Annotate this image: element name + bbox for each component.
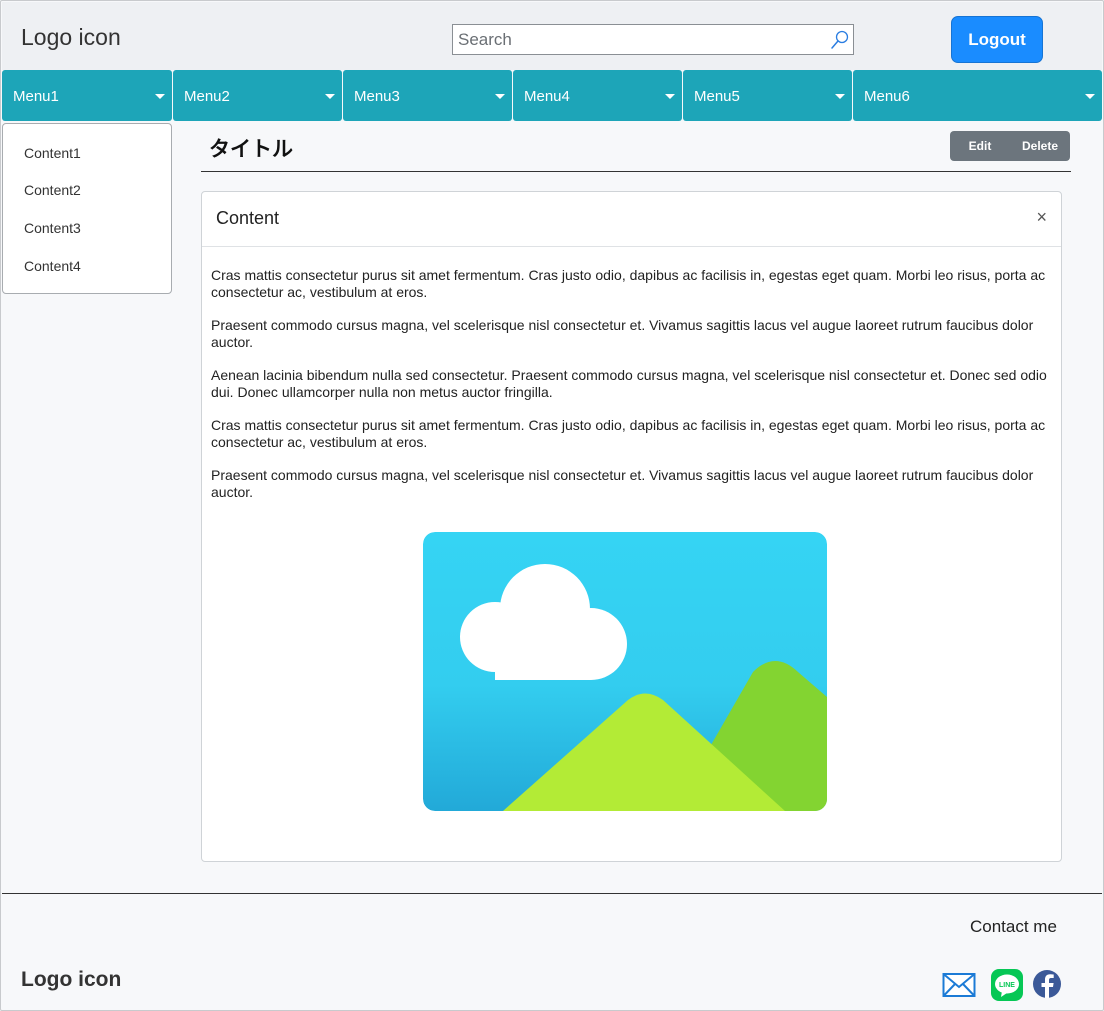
card-body: Cras mattis consectetur purus sit amet f… <box>211 267 1053 517</box>
header: Logo icon Logout <box>2 2 1102 70</box>
footer-divider <box>2 893 1102 894</box>
menu-item-4[interactable]: Menu4 <box>513 70 682 121</box>
menu-label: Menu3 <box>354 88 400 105</box>
caret-down-icon <box>495 94 505 99</box>
dropdown-item-content1[interactable]: Content1 <box>24 145 81 161</box>
facebook-icon[interactable] <box>1031 969 1065 1001</box>
delete-button[interactable]: Delete <box>1010 131 1070 161</box>
paragraph: Praesent commodo cursus magna, vel scele… <box>211 317 1034 350</box>
menu-label: Menu4 <box>524 88 570 105</box>
menu-label: Menu5 <box>694 88 740 105</box>
landscape-image-icon <box>423 532 827 811</box>
contact-link[interactable]: Contact me <box>970 917 1057 937</box>
caret-down-icon <box>665 94 675 99</box>
line-icon-text: LINE <box>999 982 1015 989</box>
paragraph: Cras mattis consectetur purus sit amet f… <box>211 417 1046 450</box>
action-button-group: Edit Delete <box>950 131 1070 161</box>
menu-label: Menu2 <box>184 88 230 105</box>
menu1-dropdown: Content1 Content2 Content3 Content4 <box>2 123 172 294</box>
edit-button[interactable]: Edit <box>950 131 1010 161</box>
page-frame: Logo icon Logout Menu1 Menu2 Menu3 Menu4 <box>0 0 1104 1011</box>
content-card: Content × Cras mattis consectetur purus … <box>201 191 1062 862</box>
menu-label: Menu6 <box>864 88 910 105</box>
menu-label: Menu1 <box>13 88 59 105</box>
search-input[interactable] <box>453 25 823 54</box>
card-header: Content × <box>202 192 1061 247</box>
menu-item-6[interactable]: Menu6 <box>853 70 1102 121</box>
dropdown-item-content3[interactable]: Content3 <box>24 220 81 236</box>
menu-item-5[interactable]: Menu5 <box>683 70 852 121</box>
search-box[interactable] <box>452 24 854 55</box>
line-icon[interactable]: LINE <box>990 969 1024 1001</box>
menu-item-3[interactable]: Menu3 <box>343 70 512 121</box>
card-title: Content <box>216 208 280 228</box>
menu-item-2[interactable]: Menu2 <box>173 70 342 121</box>
mail-icon[interactable] <box>942 969 976 1001</box>
menu-bar: Menu1 Menu2 Menu3 Menu4 Menu5 Menu6 <box>2 70 1102 122</box>
paragraph: Aenean lacinia bibendum nulla sed consec… <box>211 367 1047 400</box>
footer-logo-text[interactable]: Logo icon <box>21 968 121 992</box>
close-icon[interactable]: × <box>1036 207 1047 228</box>
caret-down-icon <box>325 94 335 99</box>
caret-down-icon <box>1085 94 1095 99</box>
paragraph: Cras mattis consectetur purus sit amet f… <box>211 267 1046 300</box>
dropdown-item-content4[interactable]: Content4 <box>24 258 81 274</box>
caret-down-icon <box>835 94 845 99</box>
caret-down-icon <box>155 94 165 99</box>
page-title: タイトル <box>209 137 293 161</box>
title-divider <box>201 171 1071 172</box>
logout-button[interactable]: Logout <box>951 16 1043 63</box>
menu-item-1[interactable]: Menu1 <box>2 70 172 121</box>
logo-text[interactable]: Logo icon <box>21 24 121 51</box>
search-icon[interactable] <box>829 29 851 51</box>
dropdown-item-content2[interactable]: Content2 <box>24 182 81 198</box>
paragraph: Praesent commodo cursus magna, vel scele… <box>211 467 1034 500</box>
